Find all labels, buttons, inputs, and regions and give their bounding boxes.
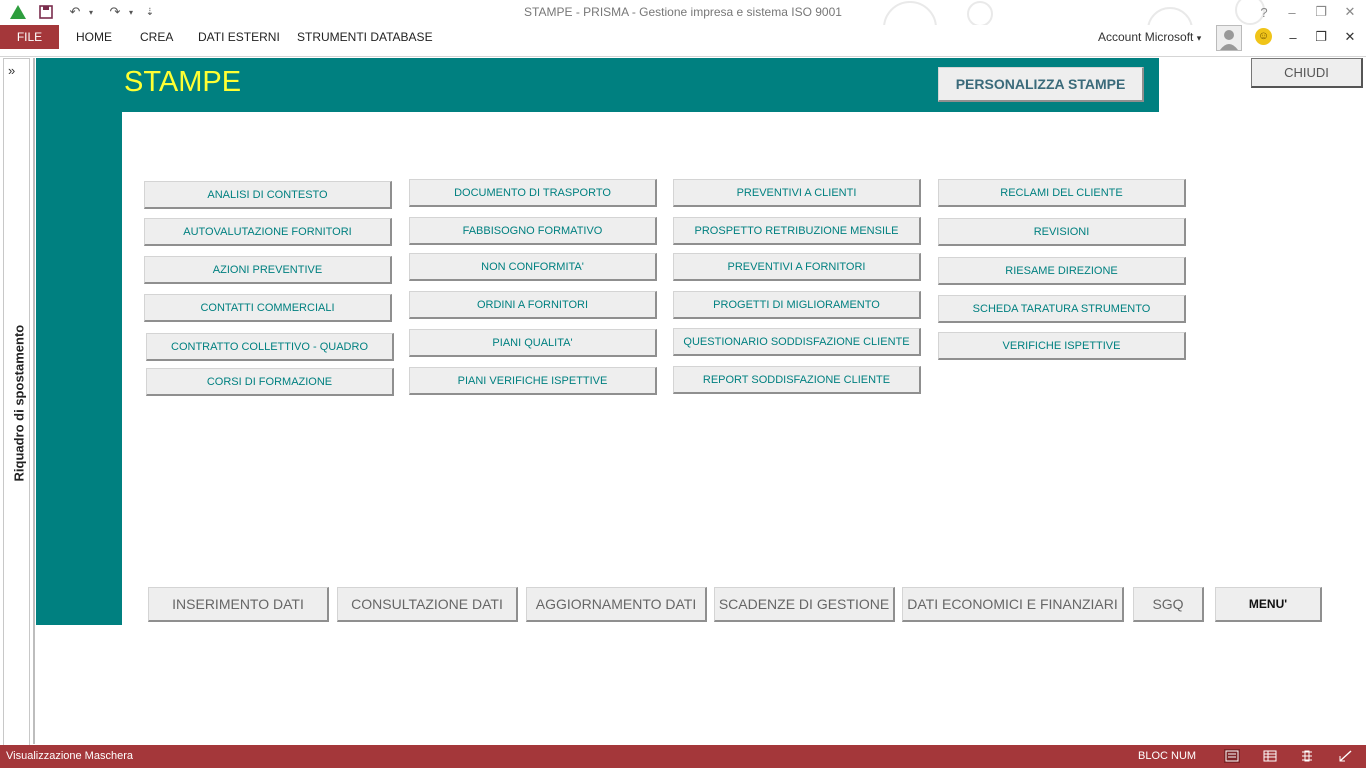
nav-button-sgq[interactable]: SGQ [1133, 587, 1204, 622]
minimize-button[interactable]: – [1280, 2, 1304, 22]
avatar[interactable] [1216, 25, 1242, 51]
nav-button-consultazione-dati[interactable]: CONSULTAZIONE DATI [337, 587, 518, 622]
tab-dati-esterni[interactable]: DATI ESTERNI [190, 25, 288, 49]
report-button-progetti-di-miglioramento[interactable]: PROGETTI DI MIGLIORAMENTO [673, 291, 921, 319]
form-view-icon[interactable] [1224, 749, 1240, 763]
nav-button-scadenze-di-gestione[interactable]: SCADENZE DI GESTIONE [714, 587, 895, 622]
nav-button-aggiornamento-dati[interactable]: AGGIORNAMENTO DATI [526, 587, 707, 622]
title-bar: ↶ ▾ ↷ ▾ ⇣ STAMPE - PRISMA - Gestione imp… [0, 0, 1366, 55]
report-button-revisioni[interactable]: REVISIONI [938, 218, 1186, 246]
nav-button-menu[interactable]: MENU' [1215, 587, 1322, 622]
report-button-preventivi-a-clienti[interactable]: PREVENTIVI A CLIENTI [673, 179, 921, 207]
report-button-piani-qualita[interactable]: PIANI QUALITA' [409, 329, 657, 357]
report-button-riesame-direzione[interactable]: RIESAME DIREZIONE [938, 257, 1186, 285]
navigation-pane[interactable]: » Riquadro di spostamento [3, 58, 30, 746]
status-bar: Visualizzazione Maschera BLOC NUM [0, 745, 1366, 768]
report-button-non-conformita[interactable]: NON CONFORMITA' [409, 253, 657, 281]
ribbon-close-button[interactable]: ✕ [1338, 25, 1362, 49]
report-button-questionario-soddisfazione-cliente[interactable]: QUESTIONARIO SODDISFAZIONE CLIENTE [673, 328, 921, 356]
nav-button-inserimento-dati[interactable]: INSERIMENTO DATI [148, 587, 329, 622]
ribbon-divider [0, 56, 1366, 57]
report-button-fabbisogno-formativo[interactable]: FABBISOGNO FORMATIVO [409, 217, 657, 245]
tab-home[interactable]: HOME [68, 25, 120, 49]
personalizza-stampe-button[interactable]: PERSONALIZZA STAMPE [938, 67, 1144, 102]
restore-button[interactable]: ❐ [1309, 2, 1333, 22]
report-button-report-soddisfazione-cliente[interactable]: REPORT SODDISFAZIONE CLIENTE [673, 366, 921, 394]
chiudi-button[interactable]: CHIUDI [1251, 58, 1363, 88]
status-view-mode: Visualizzazione Maschera [6, 750, 133, 762]
report-button-contratto-collettivo-quadro[interactable]: CONTRATTO COLLETTIVO - QUADRO [146, 333, 394, 361]
nav-button-dati-economici-e-finanziari[interactable]: DATI ECONOMICI E FINANZIARI [902, 587, 1124, 622]
report-button-piani-verifiche-ispettive[interactable]: PIANI VERIFICHE ISPETTIVE [409, 367, 657, 395]
report-button-verifiche-ispettive[interactable]: VERIFICHE ISPETTIVE [938, 332, 1186, 360]
expand-nav-icon[interactable]: » [8, 63, 15, 78]
status-num-lock: BLOC NUM [1138, 750, 1197, 762]
datasheet-view-icon[interactable] [1262, 749, 1278, 763]
layout-view-icon[interactable] [1299, 749, 1315, 763]
report-button-contatti-commerciali[interactable]: CONTATTI COMMERCIALI [144, 294, 392, 322]
report-button-autovalutazione-fornitori[interactable]: AUTOVALUTAZIONE FORNITORI [144, 218, 392, 246]
ribbon-minimize-button[interactable]: – [1281, 25, 1305, 49]
report-button-prospetto-retribuzione-mensile[interactable]: PROSPETTO RETRIBUZIONE MENSILE [673, 217, 921, 245]
report-button-analisi-di-contesto[interactable]: ANALISI DI CONTESTO [144, 181, 392, 209]
report-button-documento-di-trasporto[interactable]: DOCUMENTO DI TRASPORTO [409, 179, 657, 207]
tab-strumenti-database[interactable]: STRUMENTI DATABASE [289, 25, 441, 49]
chevron-down-icon: ▾ [1196, 33, 1202, 43]
form-side-band [36, 58, 122, 625]
design-view-icon[interactable] [1338, 749, 1354, 763]
close-window-button[interactable]: ✕ [1338, 2, 1362, 22]
report-button-azioni-preventive[interactable]: AZIONI PREVENTIVE [144, 256, 392, 284]
report-button-preventivi-a-fornitori[interactable]: PREVENTIVI A FORNITORI [673, 253, 921, 281]
account-menu[interactable]: Account Microsoft ▾ [1098, 30, 1201, 44]
form-left-border [33, 58, 35, 744]
account-label: Account Microsoft [1098, 30, 1194, 44]
report-button-ordini-a-fornitori[interactable]: ORDINI A FORNITORI [409, 291, 657, 319]
feedback-smiley-icon[interactable]: ☺ [1255, 28, 1272, 45]
tab-crea[interactable]: CREA [132, 25, 181, 49]
help-icon[interactable]: ? [1252, 2, 1276, 22]
report-button-corsi-di-formazione[interactable]: CORSI DI FORMAZIONE [146, 368, 394, 396]
ribbon-tabs: FILE HOME CREA DATI ESTERNI STRUMENTI DA… [0, 25, 1366, 56]
ribbon-restore-button[interactable]: ❐ [1309, 25, 1333, 49]
navigation-pane-label: Riquadro di spostamento [11, 324, 27, 482]
form-title: STAMPE [124, 66, 242, 98]
report-button-reclami-del-cliente[interactable]: RECLAMI DEL CLIENTE [938, 179, 1186, 207]
tab-file[interactable]: FILE [0, 25, 59, 49]
report-button-scheda-taratura-strumento[interactable]: SCHEDA TARATURA STRUMENTO [938, 295, 1186, 323]
